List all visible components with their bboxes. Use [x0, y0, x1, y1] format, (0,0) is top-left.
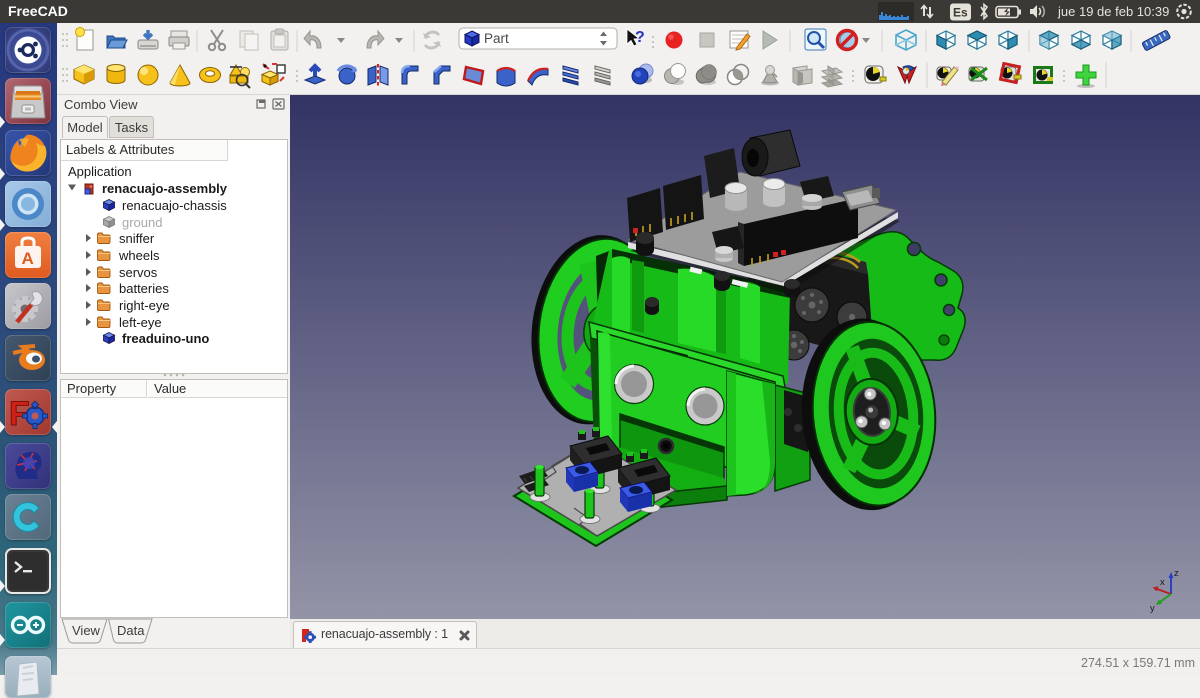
svg-text:Data: Data [117, 623, 145, 638]
svg-text:View: View [72, 623, 101, 638]
svg-text:Es: Es [953, 6, 968, 20]
svg-text:y: y [1150, 603, 1155, 614]
svg-text:z: z [1174, 568, 1179, 579]
svg-text:x: x [1160, 577, 1165, 588]
